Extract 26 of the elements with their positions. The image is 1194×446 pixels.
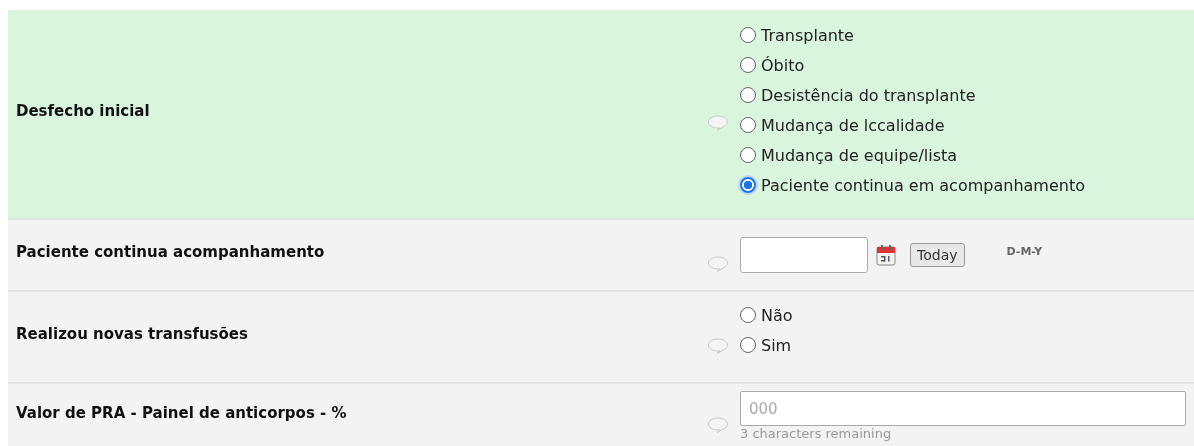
radio-button[interactable]: [740, 147, 756, 163]
input-field[interactable]: 000: [740, 391, 1186, 426]
radio-button[interactable]: [740, 57, 756, 73]
option-label[interactable]: Transplante: [761, 25, 854, 45]
radio-button[interactable]: [740, 177, 756, 193]
date-format: D-M-Y: [1006, 244, 1043, 258]
radio-button[interactable]: [740, 337, 756, 353]
date-field[interactable]: [740, 237, 868, 273]
calendar-icon[interactable]: [876, 244, 896, 266]
option-label[interactable]: Óbito: [761, 55, 805, 75]
option-label[interactable]: Paciente continua em acompanhamento: [761, 175, 1085, 195]
option-label[interactable]: Sim: [761, 335, 792, 355]
radio-button[interactable]: [740, 117, 756, 133]
field-label: Desfecho inicial: [16, 102, 150, 120]
field-label: Realizou novas transfusões: [16, 325, 248, 343]
field-label: Paciente continua acompanhamento: [16, 243, 325, 261]
field-label: Valor de PRA - Painel de anticorpos - %: [16, 404, 347, 422]
characters-remaining: 3 characters remaining: [740, 426, 893, 441]
radio-button[interactable]: [740, 27, 756, 43]
radio-button[interactable]: [740, 87, 756, 103]
option-label[interactable]: Mudança de equipe/lista: [761, 145, 958, 165]
radio-button[interactable]: [740, 307, 756, 323]
option-label[interactable]: Não: [761, 305, 793, 325]
option-label[interactable]: Mudança de lccalidade: [761, 115, 945, 135]
today-button[interactable]: Today: [910, 243, 965, 267]
option-label[interactable]: Desistência do transplante: [761, 85, 976, 105]
